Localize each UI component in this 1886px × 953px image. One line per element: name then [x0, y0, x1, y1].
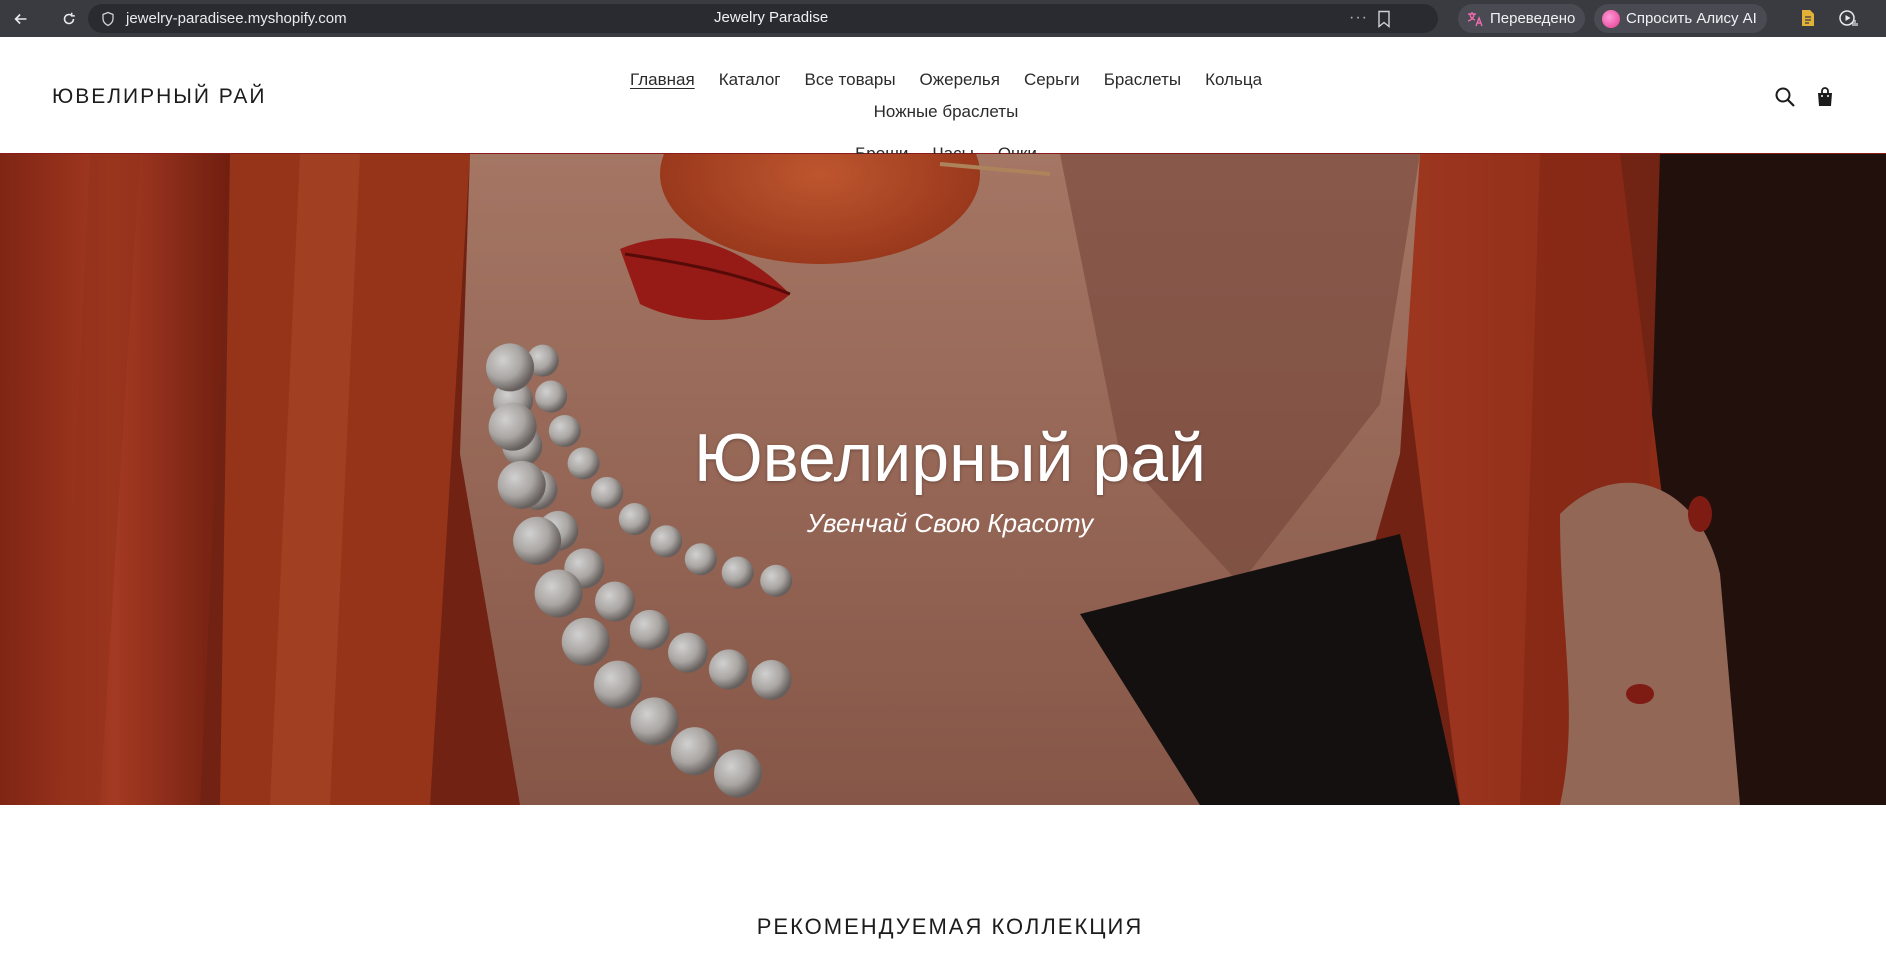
store-header: ЮВЕЛИРНЫЙ РАЙ Главная Каталог Все товары…	[0, 37, 1886, 163]
cart-icon[interactable]	[1813, 85, 1837, 109]
translated-label: Переведено	[1490, 10, 1576, 27]
hero-subtitle: Увенчай Свою Красоту	[806, 508, 1094, 538]
nav-item-catalog[interactable]: Каталог	[719, 69, 781, 91]
shield-icon	[102, 11, 114, 26]
nav-item-rings[interactable]: Кольца	[1205, 69, 1262, 91]
nav-item-home[interactable]: Главная	[630, 69, 695, 91]
browser-toolbar: jewelry-paradisee.myshopify.com ··· Jewe…	[0, 0, 1886, 37]
search-icon[interactable]	[1773, 85, 1797, 109]
translated-button[interactable]: Переведено	[1458, 4, 1586, 33]
alice-label: Спросить Алису AI	[1626, 10, 1757, 27]
nav-item-necklaces[interactable]: Ожерелья	[920, 69, 1000, 91]
tab-title: Jewelry Paradise	[714, 9, 829, 26]
alice-icon	[1602, 9, 1620, 28]
nav-item-bracelets[interactable]: Браслеты	[1104, 69, 1181, 91]
play-icon[interactable]	[1838, 8, 1858, 28]
hero-banner: Ювелирный рай Увенчай Свою Красоту	[0, 154, 1886, 805]
reload-icon	[63, 12, 75, 24]
reload-button[interactable]	[54, 4, 84, 34]
nav-item-anklets[interactable]: Ножные браслеты	[874, 101, 1019, 123]
main-nav: Главная Каталог Все товары Ожерелья Серь…	[536, 69, 1356, 165]
nav-item-earrings[interactable]: Серьги	[1024, 69, 1080, 91]
featured-collection-title: РЕКОМЕНДУЕМАЯ КОЛЛЕКЦИЯ	[756, 914, 1144, 939]
url-text[interactable]: jewelry-paradisee.myshopify.com	[126, 10, 347, 27]
notes-icon[interactable]	[1798, 8, 1818, 28]
more-icon[interactable]: ···	[1349, 9, 1368, 27]
back-icon	[14, 13, 27, 24]
alice-button[interactable]: Спросить Алису AI	[1594, 4, 1767, 33]
nav-item-all-products[interactable]: Все товары	[805, 69, 896, 91]
store-logo[interactable]: ЮВЕЛИРНЫЙ РАЙ	[52, 85, 267, 109]
hero-title: Ювелирный рай	[693, 420, 1207, 496]
bookmark-icon[interactable]	[1376, 10, 1392, 28]
back-button[interactable]	[6, 4, 36, 34]
translate-icon	[1467, 11, 1483, 26]
